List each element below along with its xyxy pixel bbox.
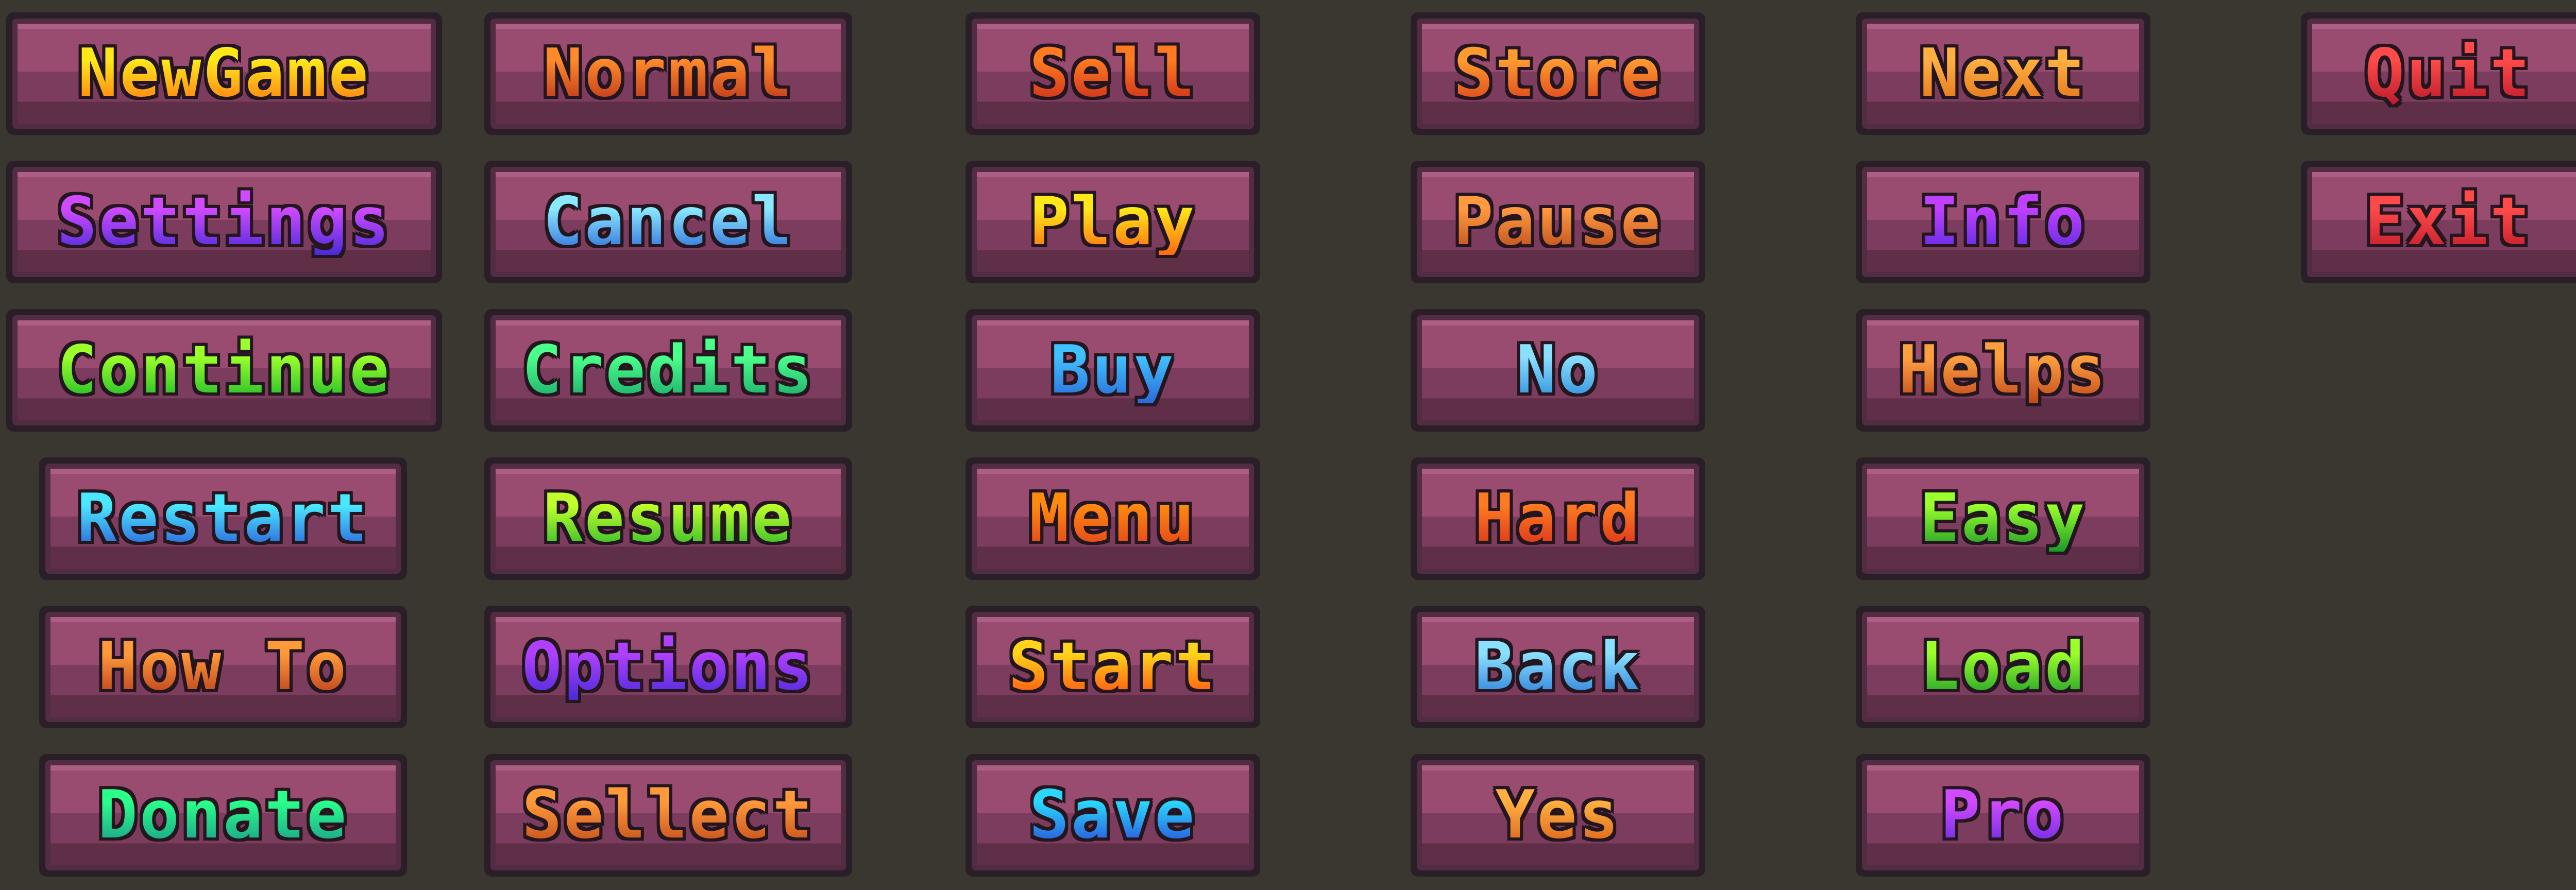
next-button-face: Next — [1862, 19, 2144, 129]
easy-label: Easy — [1919, 480, 2087, 557]
back-button[interactable]: Back — [1411, 606, 1705, 728]
exit-label: Exit — [2364, 183, 2532, 260]
menu-button-face: Menu — [972, 464, 1254, 574]
sell-label: Sell — [1029, 35, 1197, 112]
helps-button-face: Helps — [1862, 315, 2144, 425]
resume-label: Resume — [543, 480, 794, 557]
yes-button-face: Yes — [1417, 760, 1699, 870]
exit-button-face: Exit — [2307, 167, 2576, 277]
start-button[interactable]: Start — [965, 606, 1260, 728]
quit-label: Quit — [2364, 35, 2532, 112]
pause-label: Pause — [1453, 183, 1663, 260]
yes-button[interactable]: Yes — [1411, 754, 1705, 877]
continue-button[interactable]: Continue — [6, 309, 442, 432]
save-button[interactable]: Save — [965, 754, 1260, 877]
credits-button[interactable]: Credits — [484, 309, 852, 432]
how-to-label: How To — [97, 628, 349, 705]
donate-label: Donate — [97, 777, 349, 853]
options-label: Options — [522, 628, 815, 705]
play-button-face: Play — [972, 167, 1254, 277]
cancel-button-face: Cancel — [490, 167, 846, 277]
helps-button[interactable]: Helps — [1856, 309, 2150, 432]
new-game-label: NewGame — [78, 35, 370, 112]
cancel-button[interactable]: Cancel — [484, 161, 852, 283]
normal-button[interactable]: Normal — [484, 12, 852, 135]
load-button[interactable]: Load — [1856, 606, 2150, 728]
sellect-button[interactable]: Sellect — [484, 754, 852, 877]
sellect-button-face: Sellect — [490, 760, 846, 870]
helps-label: Helps — [1899, 332, 2108, 408]
store-button-face: Store — [1417, 19, 1699, 129]
restart-button-face: Restart — [45, 464, 401, 574]
buy-button[interactable]: Buy — [965, 309, 1260, 432]
settings-label: Settings — [57, 183, 392, 260]
pause-button[interactable]: Pause — [1411, 161, 1705, 283]
restart-label: Restart — [77, 480, 369, 557]
pause-button-face: Pause — [1417, 167, 1699, 277]
continue-button-face: Continue — [12, 315, 436, 425]
credits-button-face: Credits — [490, 315, 846, 425]
new-game-button-face: NewGame — [12, 19, 436, 129]
sellect-label: Sellect — [522, 777, 815, 853]
donate-button-face: Donate — [45, 760, 401, 870]
easy-button[interactable]: Easy — [1856, 457, 2150, 580]
options-button[interactable]: Options — [484, 606, 852, 728]
info-button-face: Info — [1862, 167, 2144, 277]
hard-button[interactable]: Hard — [1411, 457, 1705, 580]
button-sheet: NewGame Settings Continue Restart How To… — [0, 0, 2576, 890]
info-label: Info — [1919, 183, 2087, 260]
how-to-button-face: How To — [45, 612, 401, 722]
normal-button-face: Normal — [490, 19, 846, 129]
next-label: Next — [1919, 35, 2087, 112]
resume-button-face: Resume — [490, 464, 846, 574]
normal-label: Normal — [543, 35, 794, 112]
start-button-face: Start — [972, 612, 1254, 722]
store-label: Store — [1453, 35, 1663, 112]
pro-button[interactable]: Pro — [1856, 754, 2150, 877]
store-button[interactable]: Store — [1411, 12, 1705, 135]
save-label: Save — [1029, 777, 1197, 853]
yes-label: Yes — [1495, 777, 1621, 853]
continue-label: Continue — [57, 332, 392, 408]
resume-button[interactable]: Resume — [484, 457, 852, 580]
options-button-face: Options — [490, 612, 846, 722]
settings-button-face: Settings — [12, 167, 436, 277]
hard-button-face: Hard — [1417, 464, 1699, 574]
menu-button[interactable]: Menu — [965, 457, 1260, 580]
play-button[interactable]: Play — [965, 161, 1260, 283]
cancel-label: Cancel — [543, 183, 794, 260]
exit-button[interactable]: Exit — [2301, 161, 2576, 283]
sell-button[interactable]: Sell — [965, 12, 1260, 135]
no-label: No — [1516, 332, 1600, 408]
easy-button-face: Easy — [1862, 464, 2144, 574]
pro-label: Pro — [1940, 777, 2066, 853]
no-button[interactable]: No — [1411, 309, 1705, 432]
buy-button-face: Buy — [972, 315, 1254, 425]
new-game-button[interactable]: NewGame — [6, 12, 442, 135]
save-button-face: Save — [972, 760, 1254, 870]
no-button-face: No — [1417, 315, 1699, 425]
restart-button[interactable]: Restart — [39, 457, 407, 580]
quit-button[interactable]: Quit — [2301, 12, 2576, 135]
load-label: Load — [1919, 628, 2087, 705]
buy-label: Buy — [1050, 332, 1176, 408]
sell-button-face: Sell — [972, 19, 1254, 129]
load-button-face: Load — [1862, 612, 2144, 722]
back-label: Back — [1474, 628, 1642, 705]
settings-button[interactable]: Settings — [6, 161, 442, 283]
credits-label: Credits — [522, 332, 815, 408]
how-to-button[interactable]: How To — [39, 606, 407, 728]
donate-button[interactable]: Donate — [39, 754, 407, 877]
start-label: Start — [1008, 628, 1217, 705]
play-label: Play — [1029, 183, 1197, 260]
back-button-face: Back — [1417, 612, 1699, 722]
hard-label: Hard — [1474, 480, 1642, 557]
next-button[interactable]: Next — [1856, 12, 2150, 135]
menu-label: Menu — [1029, 480, 1197, 557]
quit-button-face: Quit — [2307, 19, 2576, 129]
pro-button-face: Pro — [1862, 760, 2144, 870]
info-button[interactable]: Info — [1856, 161, 2150, 283]
